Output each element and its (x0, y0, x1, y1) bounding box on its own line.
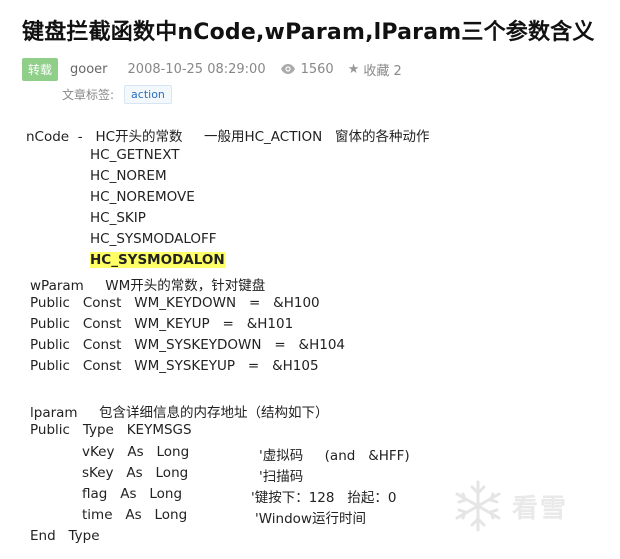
snowflake-icon (455, 480, 501, 532)
code-line: Public Const WM_SYSKEYUP = &H105 (30, 358, 319, 374)
code-line: lparam 包含详细信息的内存地址（结构如下） (30, 405, 329, 421)
code-line: sKey As Long (82, 465, 189, 481)
code-line: Public Const WM_KEYUP = &H101 (30, 316, 294, 332)
code-line: nCode - HC开头的常数 一般用HC_ACTION 窗体的各种动作 (26, 129, 430, 145)
code-line: HC_SKIP (90, 210, 146, 226)
code-line: HC_GETNEXT (90, 147, 180, 163)
code-line: flag As Long (82, 486, 183, 502)
code-line: HC_SYSMODALOFF (90, 231, 217, 247)
code-line: Public Const WM_KEYDOWN = &H100 (30, 295, 320, 311)
code-comment: '扫描码 (259, 469, 304, 485)
code-line: HC_NOREM (90, 168, 167, 184)
code-line: Public Const WM_SYSKEYDOWN = &H104 (30, 337, 346, 353)
code-line: vKey As Long (82, 444, 190, 460)
code-line: wParam WM开头的常数，针对键盘 (30, 278, 266, 294)
code-comment: '虚拟码 (and &HFF) (259, 448, 410, 464)
code-line: Public Type KEYMSGS (30, 422, 192, 438)
code-comment: '键按下：128 抬起：0 (251, 490, 397, 506)
highlighted-code-line: HC_SYSMODALON (90, 252, 225, 268)
article-body: nCode - HC开头的常数 一般用HC_ACTION 窗体的各种动作 HC_… (0, 0, 620, 559)
code-comment: 'Window运行时间 (255, 511, 366, 527)
code-line: time As Long (82, 507, 188, 523)
code-line: HC_NOREMOVE (90, 189, 195, 205)
code-line: End Type (30, 528, 100, 544)
watermark: 看雪 (450, 478, 568, 534)
watermark-text: 看雪 (512, 493, 569, 524)
